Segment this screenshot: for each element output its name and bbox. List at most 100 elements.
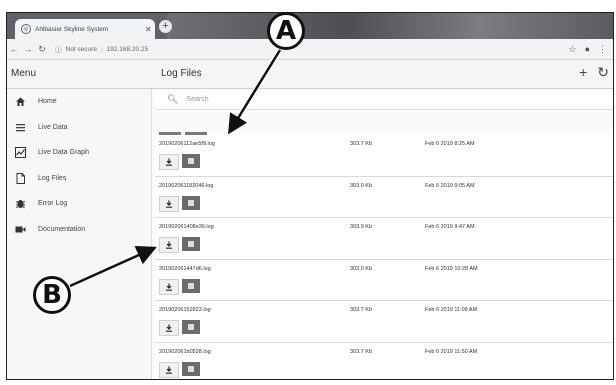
file-name: 201902061408e36.log [159, 224, 214, 230]
sidebar-item-label: Error Log [38, 200, 68, 208]
reload-icon[interactable]: ↻ [35, 44, 49, 55]
search-input[interactable]: Search [186, 96, 208, 103]
delete-button[interactable] [182, 154, 200, 168]
tab-bar: ◎ Ahlbasier Skyline System ✕ + [7, 13, 613, 39]
forward-icon[interactable]: → [21, 44, 35, 54]
sidebar-item-documentation[interactable]: Documentation [7, 217, 151, 243]
search-icon: 🔍︎ [167, 93, 179, 104]
not-secure-label: Not secure [65, 45, 97, 53]
callout-a: A [267, 12, 305, 50]
sidebar-item-live-data-graph[interactable]: Live Data Graph [7, 140, 151, 166]
sidebar-item-label: Live Data Graph [38, 149, 89, 157]
file-name: 201902061447d6.log [159, 265, 211, 272]
delete-button[interactable] [182, 278, 200, 293]
download-icon [166, 158, 172, 166]
file-icon [14, 172, 26, 184]
delete-icon [188, 241, 194, 247]
download-button[interactable] [159, 320, 179, 336]
delete-button[interactable] [182, 195, 200, 210]
file-name: 201902061182046.log [159, 182, 214, 189]
browser-window: ◎ Ahlbasier Skyline System ✕ + ← → ↻ ⓘ N… [6, 12, 614, 380]
table-row: 201902061b0528.log 303.7 Kb Feb 6 2019 1… [155, 342, 613, 379]
browser-tab[interactable]: ◎ Ahlbasier Skyline System ✕ [15, 19, 155, 39]
delete-icon [188, 199, 194, 206]
log-files-panel: 🔍︎ Search 20190206112ae5f9.log 303.7 Kb … [155, 89, 613, 379]
refresh-icon[interactable]: ↻ [597, 64, 609, 81]
graph-icon [14, 147, 26, 159]
download-button[interactable] [159, 154, 179, 170]
search-bar[interactable]: 🔍︎ Search [155, 89, 613, 110]
file-size: 303.7 Kb [350, 141, 373, 147]
download-button[interactable] [159, 195, 179, 212]
file-date: Feb 6 2019 9:47 AM [425, 224, 475, 230]
table-row: 201902061408e36.log 303.9 Kb Feb 6 2019 … [155, 218, 613, 260]
back-icon[interactable]: ← [7, 44, 21, 54]
sidebar-item-home[interactable]: Home [7, 89, 151, 115]
bookmark-star-icon[interactable]: ☆ [568, 44, 576, 55]
page-title: Log Files [161, 68, 202, 79]
file-size: 303.7 Kb [350, 348, 373, 355]
profile-icon[interactable]: ● [585, 44, 590, 55]
sidebar: Home Live Data Live Data Graph Log Files… [7, 89, 152, 379]
delete-button[interactable] [182, 320, 200, 334]
delete-icon [188, 282, 194, 289]
delete-icon [188, 365, 194, 372]
home-icon [14, 96, 26, 108]
download-button[interactable] [159, 237, 179, 253]
file-size: 303.0 Kb [350, 182, 373, 189]
menu-title: Menu [11, 68, 37, 79]
download-icon [166, 366, 172, 374]
tab-favicon-icon: ◎ [21, 24, 31, 34]
file-date: Feb 6 2019 9:05 AM [425, 182, 475, 189]
file-size: 303.7 Kb [350, 307, 373, 313]
new-tab-button[interactable]: + [159, 20, 172, 33]
add-icon[interactable]: + [579, 64, 587, 81]
delete-button[interactable] [182, 361, 200, 376]
info-icon[interactable]: ⓘ [55, 44, 62, 54]
table-row: 201902061447d6.log 303.0 Kb Feb 6 2019 1… [155, 259, 613, 301]
tab-title: Ahlbasier Skyline System [35, 25, 109, 33]
sidebar-item-log-files[interactable]: Log Files [7, 166, 151, 192]
scrolled-row-stub [155, 125, 613, 138]
download-icon [166, 283, 172, 291]
download-icon [166, 324, 172, 332]
table-row: 20190206112ae5f9.log 303.7 Kb Feb 6 2019… [155, 135, 613, 177]
sidebar-item-error-log[interactable]: Error Log [7, 191, 151, 217]
sidebar-item-label: Home [38, 98, 57, 106]
file-size: 303.9 Kb [350, 224, 373, 230]
download-button[interactable] [159, 361, 179, 378]
omnibox[interactable]: ⓘ Not secure | 192.168.20.25 [55, 44, 149, 55]
download-button[interactable] [159, 278, 179, 295]
list-icon [14, 121, 26, 133]
table-row: 201902061182046.log 303.0 Kb Feb 6 2019 … [155, 176, 613, 218]
app-header: Menu Log Files + ↻ [7, 60, 613, 89]
file-date: Feb 6 2019 11:50 AM [425, 348, 478, 355]
tab-bar-background [167, 13, 613, 39]
file-name: 201902061b0528.log [159, 348, 211, 355]
video-icon [14, 223, 26, 235]
sidebar-item-label: Documentation [38, 225, 86, 233]
delete-button[interactable] [182, 237, 200, 251]
file-size: 303.0 Kb [350, 265, 373, 272]
log-file-list: 20190206112ae5f9.log 303.7 Kb Feb 6 2019… [155, 135, 613, 379]
sidebar-item-live-data[interactable]: Live Data [7, 115, 151, 141]
bug-icon [14, 198, 26, 210]
kebab-menu-icon[interactable]: ⋮ [598, 44, 607, 55]
file-date: Feb 6 2019 11:09 AM [425, 307, 478, 313]
file-name: 20190206112ae5f9.log [159, 141, 215, 147]
delete-icon [188, 324, 194, 330]
url-text[interactable]: 192.168.20.25 [107, 46, 149, 53]
sidebar-item-label: Live Data [38, 123, 68, 131]
download-icon [166, 241, 172, 249]
file-name: 20190206152823.log [159, 307, 211, 313]
file-date: Feb 6 2019 10:28 AM [425, 265, 478, 272]
address-bar: ← → ↻ ⓘ Not secure | 192.168.20.25 ☆ ● ⋮ [7, 39, 613, 60]
table-row: 20190206152823.log 303.7 Kb Feb 6 2019 1… [155, 301, 613, 343]
file-date: Feb 6 2019 8:25 AM [425, 141, 475, 147]
url-separator: | [100, 45, 103, 53]
delete-icon [188, 158, 194, 164]
callout-b: B [33, 276, 71, 314]
sidebar-item-label: Log Files [38, 174, 67, 182]
tab-close-icon[interactable]: ✕ [145, 25, 155, 34]
download-icon [166, 200, 172, 208]
